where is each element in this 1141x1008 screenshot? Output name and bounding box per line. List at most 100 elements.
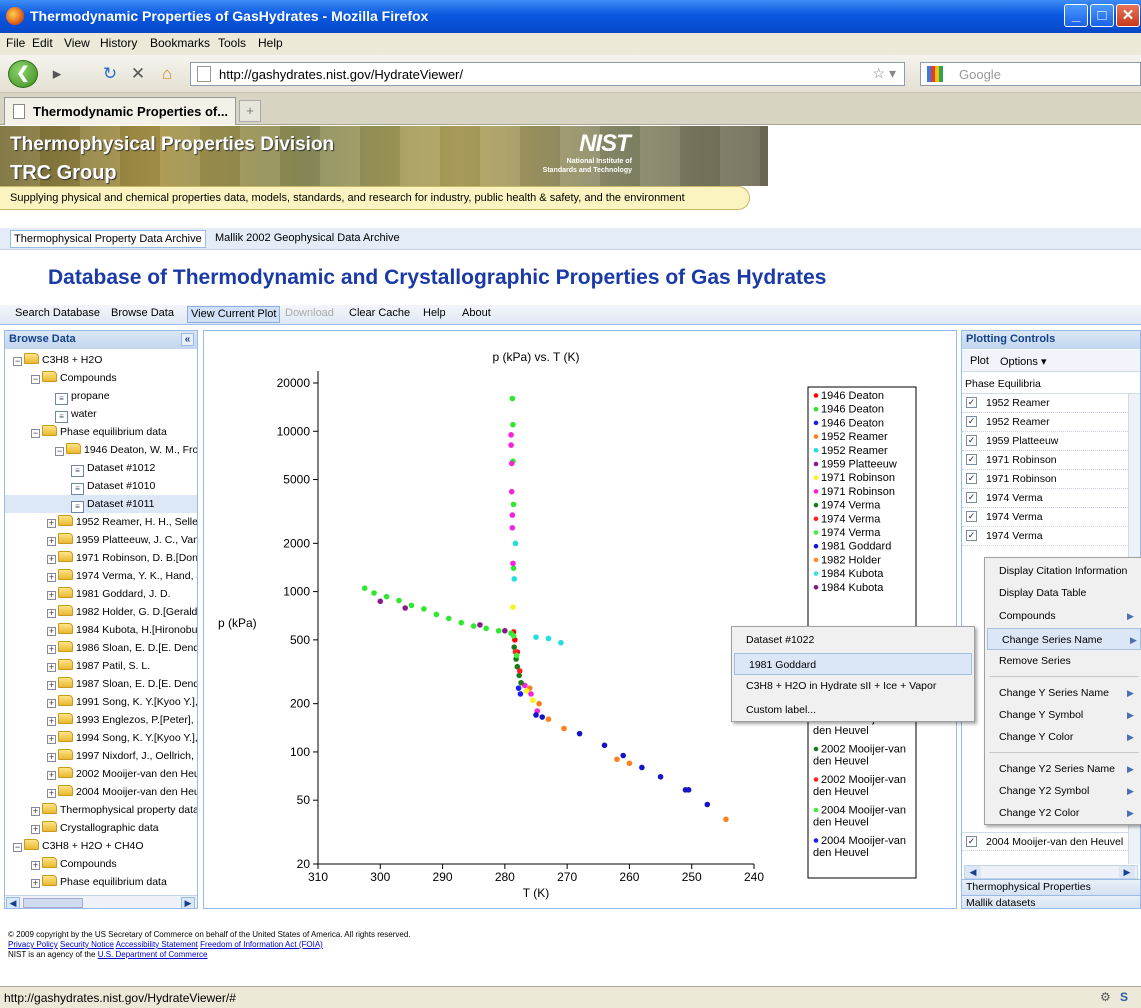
expand-toggle-icon[interactable]: + [31,879,40,888]
tree-folder[interactable]: +1986 Sloan, E. D.[E. Dendy] [5,639,197,657]
menu-tools[interactable]: Tools [218,36,246,50]
series-row[interactable]: ✓ 1952 Reamer [962,413,1140,432]
menu-view[interactable]: View [64,36,90,50]
series-row[interactable]: ✓ 1974 Verma [962,527,1140,546]
context-menu-item[interactable]: Change Y Color ▶ [985,726,1141,748]
tree-folder[interactable]: + Crystallographic data [5,819,197,837]
context-menu-item[interactable]: Display Citation Information [985,560,1141,582]
search-database-button[interactable]: Search Database [12,306,103,323]
context-menu-item[interactable]: Display Data Table [985,582,1141,604]
scroll-right-icon[interactable]: ▶ [1119,866,1135,878]
tab-mallik-archive[interactable]: Mallik 2002 Geophysical Data Archive [212,230,403,248]
series-checkbox[interactable]: ✓ [966,435,977,446]
horizontal-scrollbar[interactable]: ◀ ▶ [5,895,197,908]
menu-bookmarks[interactable]: Bookmarks [150,36,210,50]
expand-toggle-icon[interactable]: + [47,519,56,528]
tree-folder[interactable]: − Phase equilibrium data [5,423,197,441]
tree-folder[interactable]: +2002 Mooijer-van den Heuv [5,765,197,783]
tree-leaf[interactable]: ≡ Dataset #1010 [5,477,197,495]
series-row-last[interactable]: ✓ 2004 Mooijer-van den Heuvel [962,832,1140,851]
expand-toggle-icon[interactable]: − [31,375,40,384]
expand-toggle-icon[interactable]: + [31,825,40,834]
expand-toggle-icon[interactable]: + [47,663,56,672]
expand-toggle-icon[interactable]: + [47,699,56,708]
series-checkbox[interactable]: ✓ [966,397,977,408]
help-button[interactable]: Help [420,306,449,323]
options-menu-button[interactable]: Options ▾ [1000,355,1047,368]
close-button[interactable]: ✕ [1116,4,1140,27]
submenu-item[interactable]: Custom label... [732,699,974,721]
bookmark-star-icon[interactable]: ☆ ▾ [873,65,896,82]
expand-toggle-icon[interactable]: + [47,555,56,564]
series-row[interactable]: ✓ 1974 Verma [962,508,1140,527]
expand-toggle-icon[interactable]: + [47,591,56,600]
expand-toggle-icon[interactable]: + [47,537,56,546]
series-row[interactable]: ✓ 1971 Robinson [962,470,1140,489]
view-current-plot-button[interactable]: View Current Plot [187,306,281,323]
submenu-item[interactable]: C3H8 + H2O in Hydrate sII + Ice + Vapor [732,675,974,697]
scroll-left-icon[interactable]: ◀ [6,897,20,908]
tree-folder[interactable]: +1971 Robinson, D. B.[Donald [5,549,197,567]
context-menu-item[interactable]: Remove Series [985,650,1141,672]
browse-data-button[interactable]: Browse Data [108,306,177,323]
expand-toggle-icon[interactable]: − [31,429,40,438]
tree-folder[interactable]: +1959 Platteeuw, J. C., Van der [5,531,197,549]
tree-folder[interactable]: + Phase equilibrium data [5,873,197,891]
tab-property-archive[interactable]: Thermophysical Property Data Archive [10,230,206,248]
accessibility-link[interactable]: Accessibility Statement [116,940,198,949]
expand-toggle-icon[interactable]: + [47,609,56,618]
tree-leaf[interactable]: ≡ water [5,405,197,423]
expand-toggle-icon[interactable]: + [47,627,56,636]
new-tab-button[interactable]: + [239,100,261,122]
browser-tab[interactable]: Thermodynamic Properties of... [4,97,236,125]
context-menu-item[interactable]: Change Y2 Color ▶ [985,802,1141,824]
stop-icon[interactable]: ✕ [128,64,148,84]
menu-file[interactable]: File [6,36,25,50]
clear-cache-button[interactable]: Clear Cache [346,306,413,323]
tree-folder[interactable]: − 1946 Deaton, W. M., Frost, E. [5,441,197,459]
expand-toggle-icon[interactable]: + [47,753,56,762]
context-menu-item[interactable]: Change Y2 Symbol ▶ [985,780,1141,802]
minimize-button[interactable]: _ [1064,4,1088,27]
menu-edit[interactable]: Edit [32,36,53,50]
forward-arrow-icon[interactable]: ▸ [44,64,70,84]
menu-help[interactable]: Help [258,36,283,50]
series-checkbox[interactable]: ✓ [966,454,977,465]
expand-toggle-icon[interactable]: + [47,771,56,780]
expand-toggle-icon[interactable]: − [13,843,22,852]
tree-folder[interactable]: +1981 Goddard, J. D. [5,585,197,603]
context-menu-item[interactable]: Change Y Series Name ▶ [985,682,1141,704]
tree-folder[interactable]: +1987 Patil, S. L. [5,657,197,675]
scroll-thumb[interactable] [23,898,83,908]
tree-folder[interactable]: +2004 Mooijer-van den Heuv [5,783,197,801]
expand-toggle-icon[interactable]: + [47,681,56,690]
tree-folder[interactable]: +1993 Englezos, P.[Peter], Ne [5,711,197,729]
tree-leaf[interactable]: ≡ Dataset #1011 [5,495,197,513]
tree-leaf[interactable]: ≡ propane [5,387,197,405]
expand-toggle-icon[interactable]: + [47,645,56,654]
expand-toggle-icon[interactable]: + [47,789,56,798]
tree-folder[interactable]: +1982 Holder, G. D.[Gerald D [5,603,197,621]
url-bar[interactable]: http://gashydrates.nist.gov/HydrateViewe… [190,62,905,86]
expand-toggle-icon[interactable]: + [47,573,56,582]
security-notice-link[interactable]: Security Notice [60,940,114,949]
mallik-datasets-section[interactable]: Mallik datasets [962,895,1140,908]
series-row[interactable]: ✓ 1959 Platteeuw [962,432,1140,451]
series-checkbox[interactable]: ✓ [966,511,977,522]
collapse-panel-button[interactable]: « [181,333,194,346]
expand-toggle-icon[interactable]: + [31,807,40,816]
series-checkbox[interactable]: ✓ [966,473,977,484]
series-checkbox[interactable]: ✓ [966,416,977,427]
series-checkbox[interactable]: ✓ [966,530,977,541]
reload-icon[interactable]: ↻ [100,64,120,84]
submenu-item[interactable]: Dataset #1022 [732,629,974,651]
context-menu-item[interactable]: Change Y2 Series Name ▶ [985,758,1141,780]
search-input[interactable]: Google [920,62,1141,86]
submenu-item[interactable]: 1981 Goddard [734,653,972,675]
series-row[interactable]: ✓ 1971 Robinson [962,451,1140,470]
foia-link[interactable]: Freedom of Information Act (FOIA) [200,940,323,949]
expand-toggle-icon[interactable]: + [47,735,56,744]
tree-folder[interactable]: +1974 Verma, Y. K., Hand, J. [5,567,197,585]
thermophysical-properties-section[interactable]: Thermophysical Properties [962,879,1140,895]
series-checkbox[interactable]: ✓ [966,492,977,503]
